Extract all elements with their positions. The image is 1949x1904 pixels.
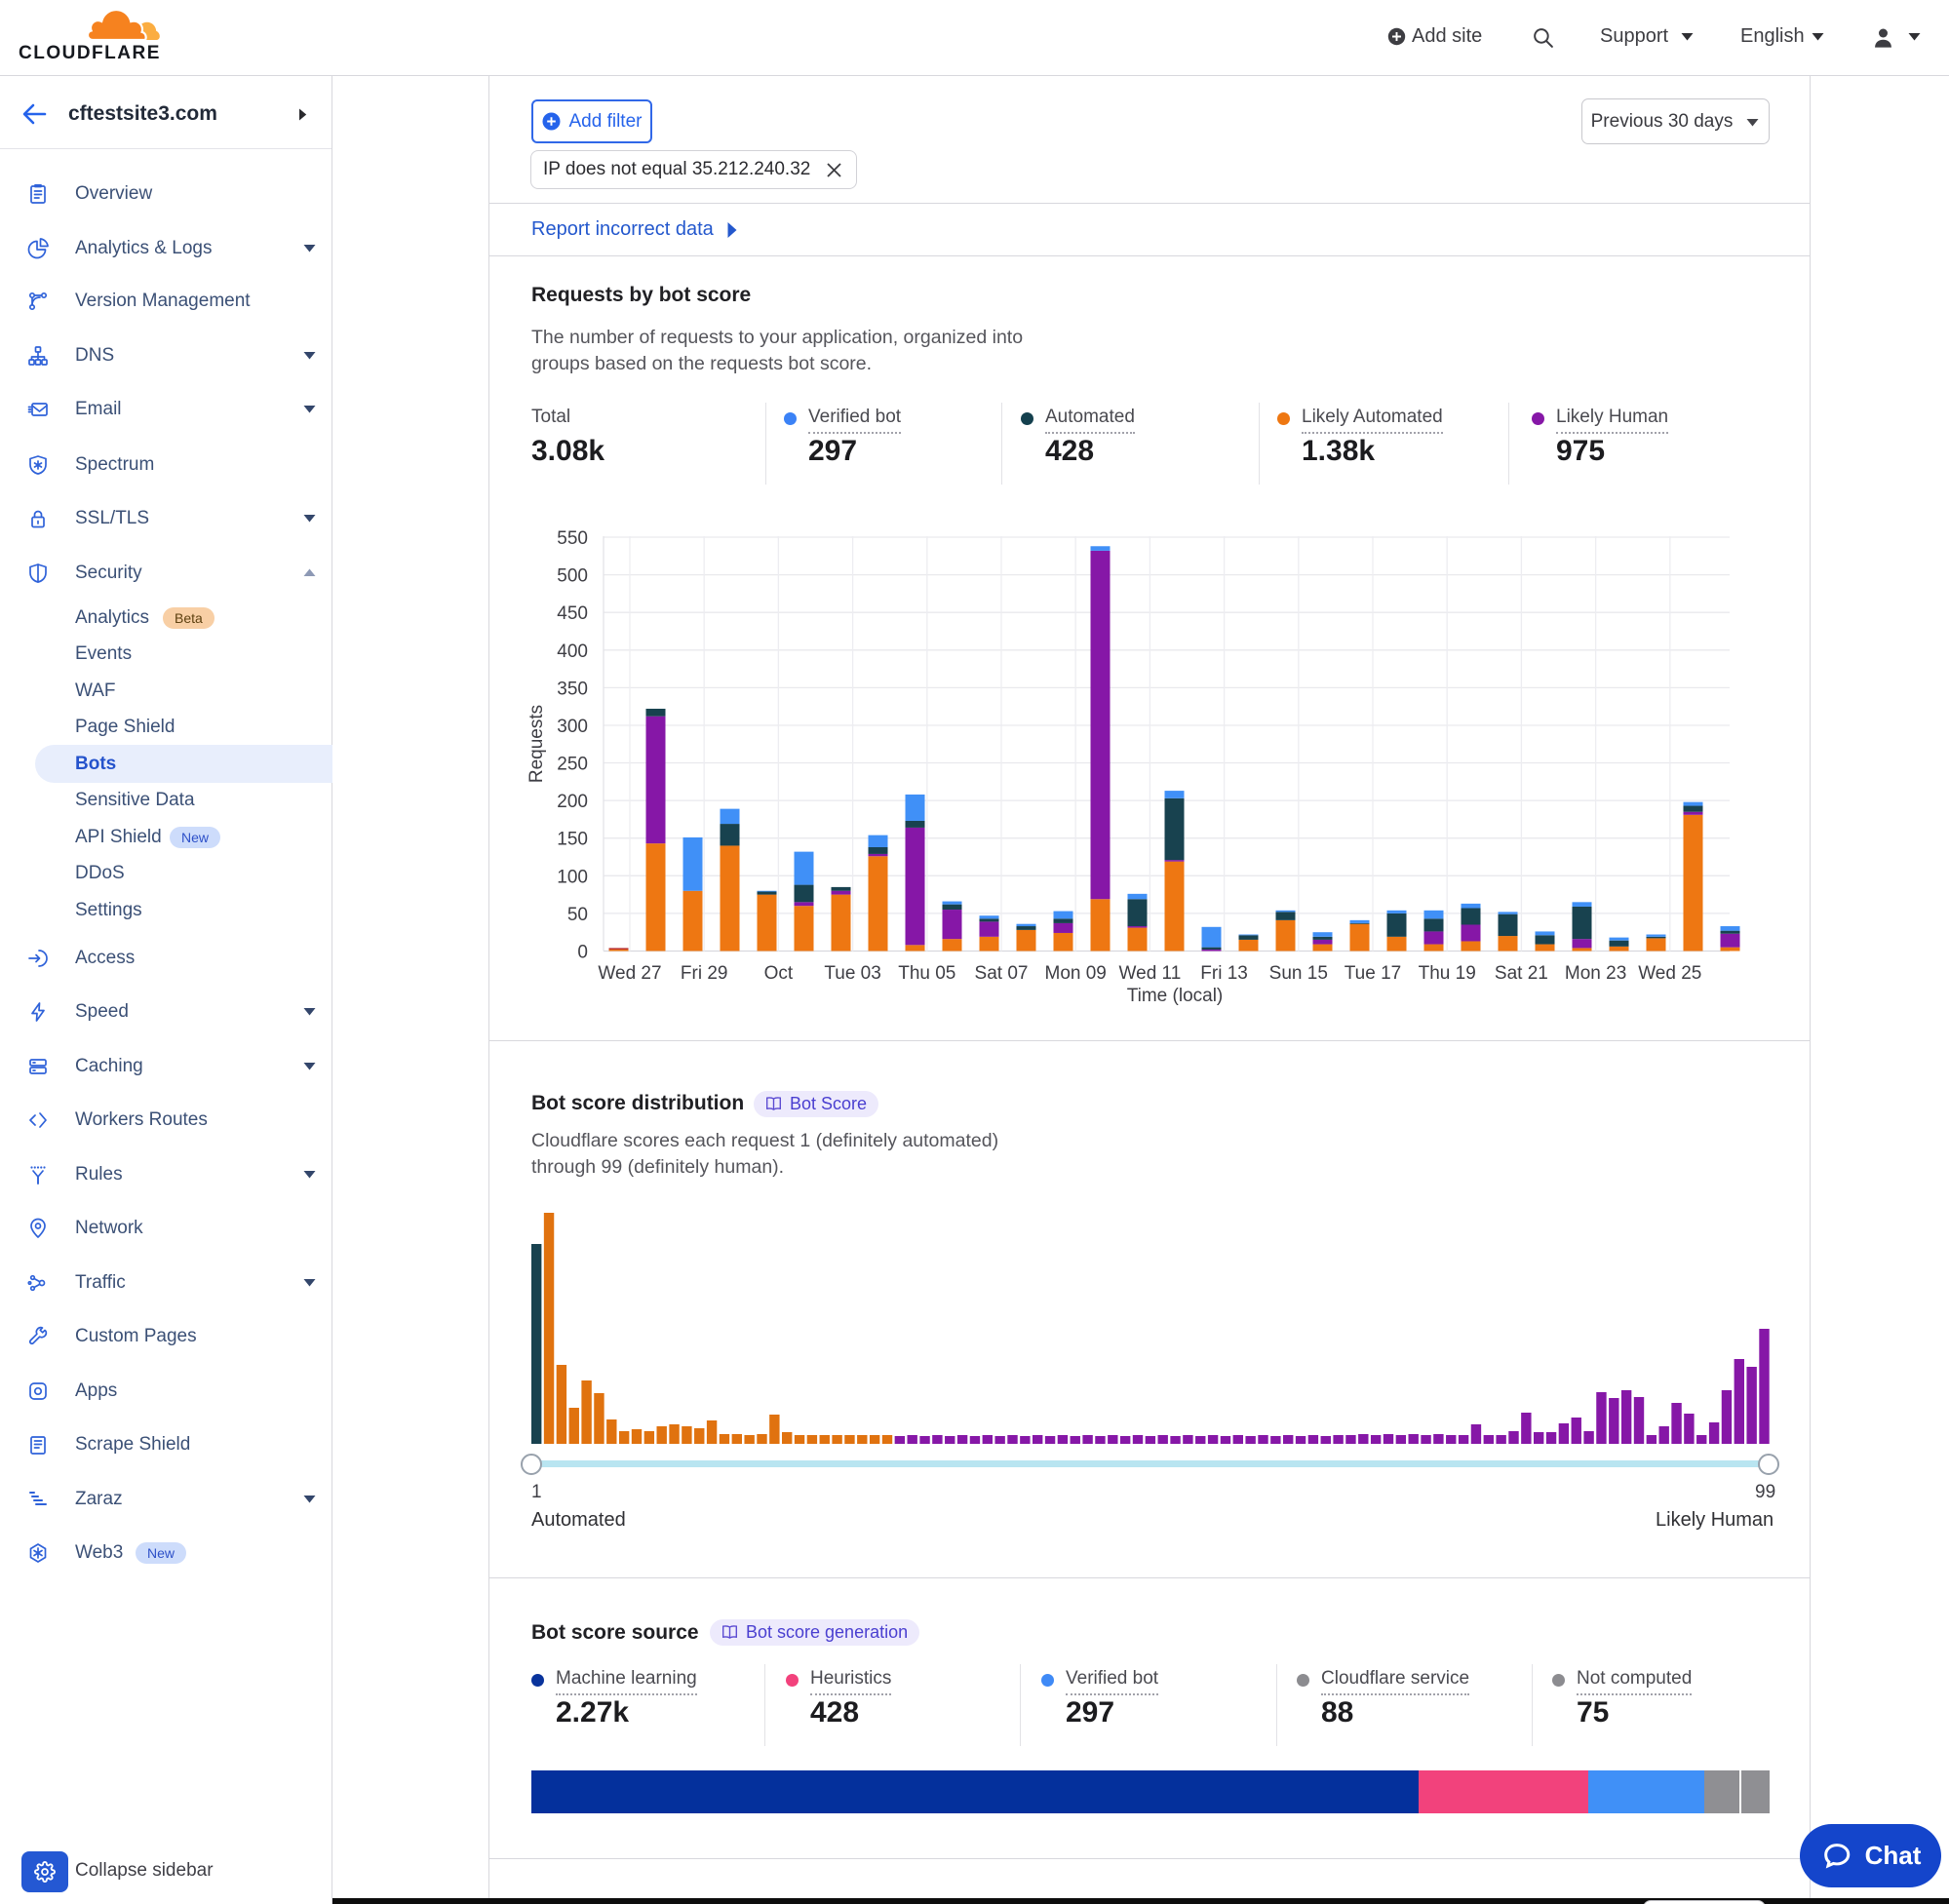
- svg-text:400: 400: [557, 641, 588, 662]
- svg-text:450: 450: [557, 603, 588, 624]
- svg-text:Mon 23: Mon 23: [1565, 963, 1626, 984]
- svg-text:Wed 27: Wed 27: [598, 963, 661, 984]
- svg-text:Tue 03: Tue 03: [824, 963, 880, 984]
- svg-text:550: 550: [557, 528, 588, 549]
- svg-text:Oct: Oct: [764, 963, 794, 984]
- svg-text:200: 200: [557, 792, 588, 812]
- svg-text:Wed 11: Wed 11: [1119, 963, 1182, 984]
- svg-text:500: 500: [557, 566, 588, 587]
- svg-text:Thu 19: Thu 19: [1419, 963, 1476, 984]
- svg-text:350: 350: [557, 679, 588, 699]
- svg-text:Sun 15: Sun 15: [1269, 963, 1328, 984]
- svg-text:Tue 17: Tue 17: [1345, 963, 1401, 984]
- svg-text:Requests: Requests: [526, 705, 547, 783]
- svg-text:300: 300: [557, 717, 588, 737]
- svg-text:250: 250: [557, 755, 588, 775]
- svg-text:Sat 07: Sat 07: [975, 963, 1029, 984]
- svg-text:Time (local): Time (local): [1127, 986, 1224, 1006]
- svg-text:Fri 29: Fri 29: [681, 963, 728, 984]
- svg-text:Sat 21: Sat 21: [1495, 963, 1548, 984]
- svg-text:50: 50: [567, 905, 588, 925]
- svg-text:Thu 05: Thu 05: [898, 963, 955, 984]
- svg-text:0: 0: [577, 943, 588, 963]
- svg-text:Mon 09: Mon 09: [1045, 963, 1107, 984]
- svg-text:Wed 25: Wed 25: [1638, 963, 1701, 984]
- svg-text:100: 100: [557, 867, 588, 887]
- svg-text:150: 150: [557, 830, 588, 850]
- svg-text:Fri 13: Fri 13: [1200, 963, 1248, 984]
